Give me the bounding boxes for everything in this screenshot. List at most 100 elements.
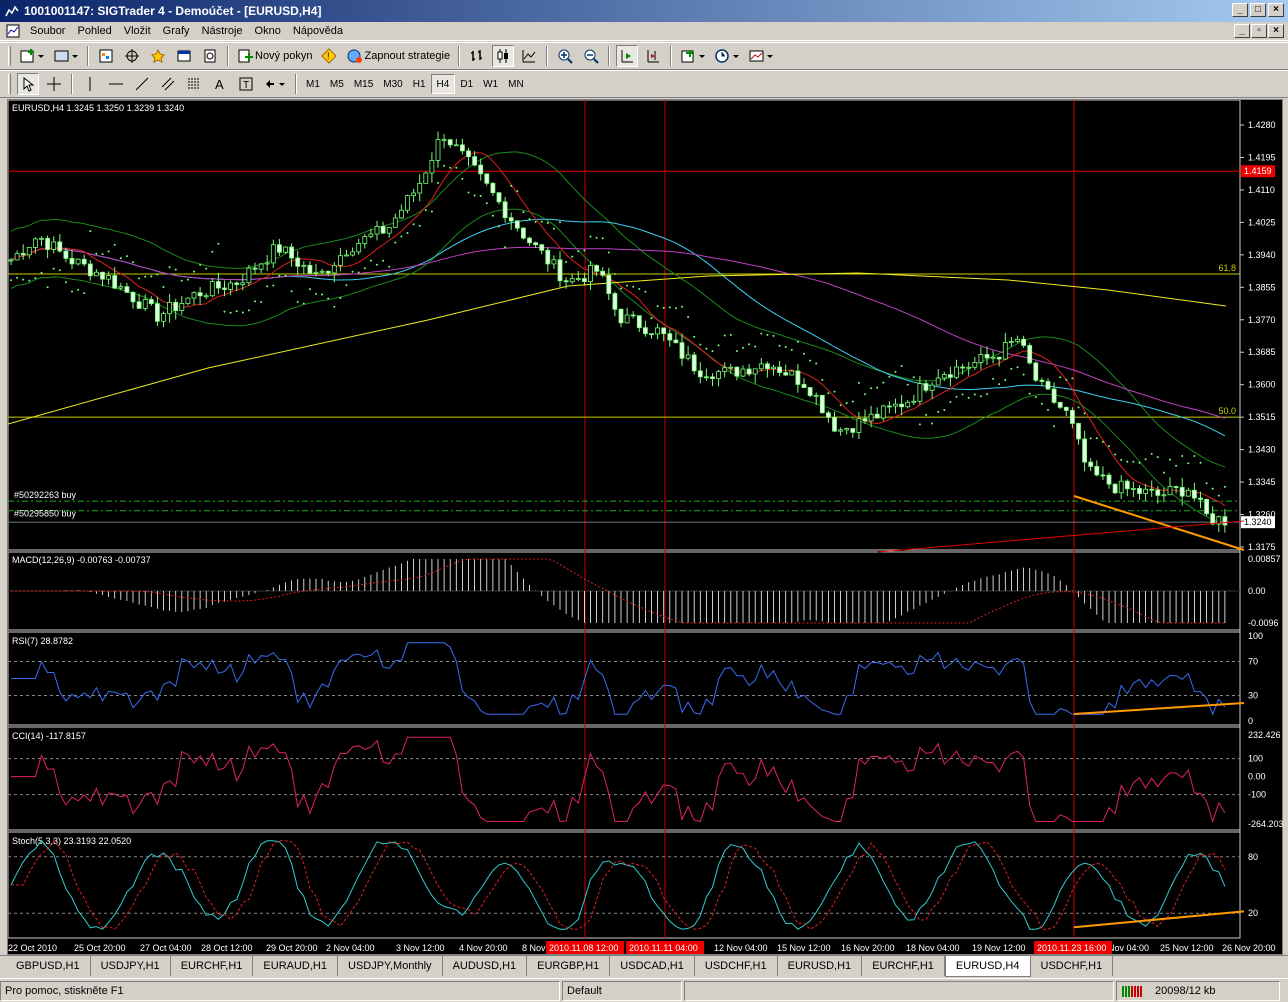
new-order-button[interactable]: Nový pokyn: [235, 45, 314, 67]
candle-body: [582, 278, 587, 282]
candle-body: [728, 366, 734, 369]
parabolic-sar-dot: [327, 297, 330, 300]
parabolic-sar-dot: [510, 184, 513, 187]
child-restore-button[interactable]: ▫: [1251, 24, 1267, 38]
fibonacci-icon[interactable]: [183, 73, 205, 95]
indicators-button[interactable]: [678, 45, 708, 67]
crosshair-icon[interactable]: [43, 73, 65, 95]
tf-mn[interactable]: MN: [503, 74, 529, 94]
signals-icon[interactable]: !: [318, 45, 340, 67]
chart-area[interactable]: 1.4280 1.4195 1.4110 1.4025 1.3940 1.3855 1.37…: [7, 99, 1284, 956]
chart-tab[interactable]: USDCHF,H1: [1031, 956, 1114, 976]
time-label: 18 Nov 04:00: [906, 943, 960, 953]
candle-body: [191, 292, 197, 299]
candle-body: [325, 270, 331, 274]
menu-soubor[interactable]: Soubor: [24, 25, 71, 37]
macd-scale-label: -0.0096: [1248, 618, 1279, 628]
templates-button[interactable]: [746, 45, 776, 67]
profiles-button[interactable]: [51, 45, 81, 67]
parabolic-sar-dot: [302, 302, 305, 305]
text-label-icon[interactable]: T: [235, 73, 257, 95]
candle-body: [57, 241, 63, 252]
parabolic-sar-dot: [845, 402, 848, 405]
candle-body: [978, 354, 984, 363]
tf-m30[interactable]: M30: [378, 74, 407, 94]
strategy-button[interactable]: Zapnout strategie: [344, 45, 452, 67]
chart-tab[interactable]: EURUSD,H1: [778, 956, 863, 976]
candle-body: [618, 308, 624, 324]
candlestick-icon[interactable]: [492, 45, 515, 67]
candle-body: [1088, 461, 1094, 467]
tf-h4[interactable]: H4: [430, 74, 456, 94]
menu-grafy[interactable]: Grafy: [157, 25, 196, 37]
child-minimize-button[interactable]: _: [1234, 24, 1250, 38]
close-button[interactable]: ×: [1268, 3, 1284, 17]
candle-body: [258, 263, 264, 270]
tf-w1[interactable]: W1: [478, 74, 503, 94]
chart-window-icon[interactable]: [6, 24, 22, 38]
chart-tab[interactable]: EURGBP,H1: [527, 956, 611, 976]
menu-napoveda[interactable]: Nápověda: [287, 25, 349, 37]
parabolic-sar-dot: [443, 164, 446, 167]
minimize-button[interactable]: _: [1232, 3, 1248, 17]
price-chart[interactable]: 1.4280 1.4195 1.4110 1.4025 1.3940 1.3855 1.37…: [8, 100, 1284, 956]
trendline-icon[interactable]: [131, 73, 153, 95]
market-watch-icon[interactable]: [95, 45, 117, 67]
parabolic-sar-dot: [339, 296, 342, 299]
parabolic-sar-dot: [113, 243, 116, 246]
tf-h1[interactable]: H1: [408, 74, 431, 94]
zoom-in-icon[interactable]: [554, 45, 576, 67]
chart-tab[interactable]: USDJPY,H1: [91, 956, 171, 976]
chart-tab[interactable]: EURAUD,H1: [253, 956, 338, 976]
chart-tab[interactable]: EURCHF,H1: [862, 956, 945, 976]
chart-tab[interactable]: USDCHF,H1: [695, 956, 778, 976]
zoom-out-icon[interactable]: [580, 45, 602, 67]
text-icon[interactable]: A: [209, 73, 231, 95]
chart-tab[interactable]: GBPUSD,H1: [6, 956, 91, 976]
chart-tab[interactable]: EURCHF,H1: [171, 956, 254, 976]
new-chart-button[interactable]: [17, 45, 47, 67]
terminal-icon[interactable]: [173, 45, 195, 67]
vertical-line-icon[interactable]: [79, 73, 101, 95]
maximize-button[interactable]: □: [1250, 3, 1266, 17]
parabolic-sar-dot: [674, 307, 677, 310]
menu-pohled[interactable]: Pohled: [71, 25, 117, 37]
favorites-icon[interactable]: [147, 45, 169, 67]
chart-tab[interactable]: EURUSD,H4: [944, 956, 1031, 977]
candle-body: [1070, 410, 1075, 424]
parabolic-sar-dot: [156, 273, 159, 276]
parabolic-sar-dot: [351, 270, 354, 273]
tf-m1[interactable]: M1: [301, 74, 325, 94]
chart-tab[interactable]: USDCAD,H1: [610, 956, 695, 976]
tester-icon[interactable]: [199, 45, 221, 67]
candle-body: [545, 249, 551, 265]
menu-vlozit[interactable]: Vložit: [118, 25, 157, 37]
line-chart-icon[interactable]: [518, 45, 540, 67]
child-close-button[interactable]: ×: [1268, 24, 1284, 38]
equidistant-channel-icon[interactable]: [157, 73, 179, 95]
candle-body: [691, 354, 697, 372]
menu-nastroje[interactable]: Nástroje: [196, 25, 249, 37]
tf-m5[interactable]: M5: [325, 74, 349, 94]
time-label: 26 Nov 20:00: [1222, 943, 1276, 953]
chart-shift-icon[interactable]: [642, 45, 664, 67]
tf-d1[interactable]: D1: [455, 74, 478, 94]
navigator-icon[interactable]: [121, 45, 143, 67]
periods-button[interactable]: [712, 45, 742, 67]
parabolic-sar-dot: [711, 350, 714, 353]
chart-tab[interactable]: USDJPY,Monthly: [338, 956, 443, 976]
horizontal-line-icon[interactable]: [105, 73, 127, 95]
bar-chart-icon[interactable]: [466, 45, 488, 67]
status-traffic: 20098/12 kb: [1155, 984, 1216, 997]
time-label: 16 Nov 20:00: [841, 943, 895, 953]
tf-m15[interactable]: M15: [349, 74, 378, 94]
parabolic-sar-dot: [882, 381, 885, 384]
cursor-icon[interactable]: [17, 73, 39, 95]
autoscroll-icon[interactable]: [616, 45, 639, 67]
menu-okno[interactable]: Okno: [249, 25, 287, 37]
parabolic-sar-dot: [34, 277, 37, 280]
arrows-button[interactable]: [261, 73, 289, 95]
parabolic-sar-dot: [199, 263, 202, 266]
stoch-scale-label: 80: [1248, 852, 1258, 862]
chart-tab[interactable]: AUDUSD,H1: [443, 956, 528, 976]
